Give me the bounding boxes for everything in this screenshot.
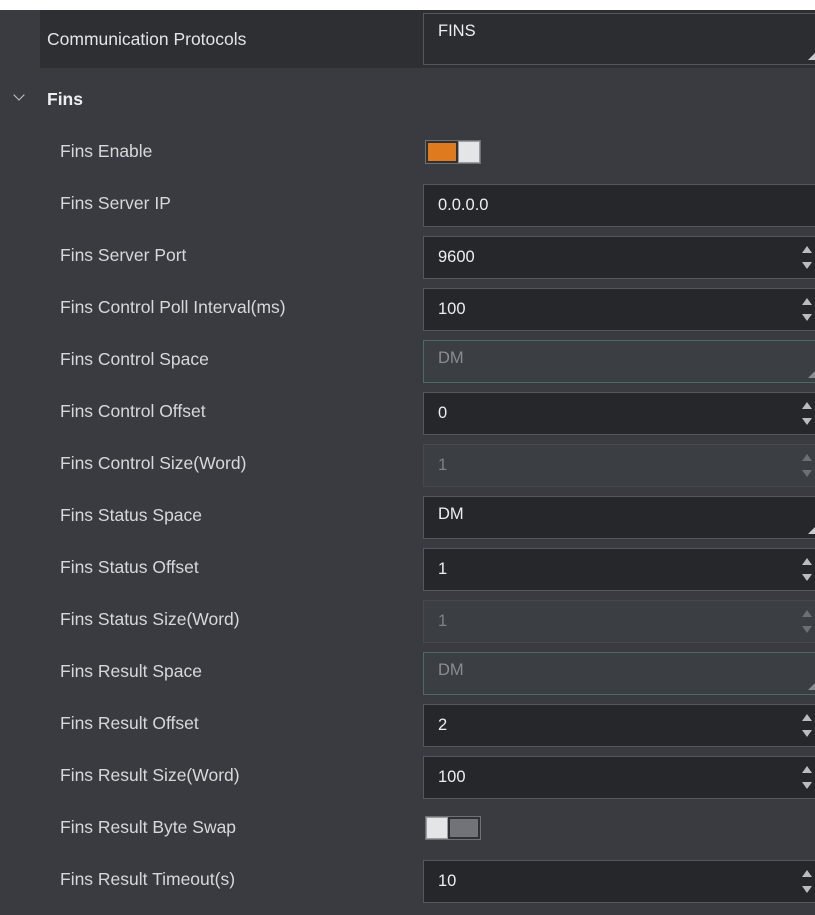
fins-result-timeout-label: Fins Result Timeout(s) [60,869,236,889]
chevron-down-icon[interactable] [13,89,25,101]
fins-control-space-row: Fins Control Space DM [0,333,815,385]
fins-status-size-input: 1 [423,600,815,643]
fins-status-space-select[interactable]: DM [423,496,815,539]
toggle-knob [426,817,448,839]
communication-protocol-label: Communication Protocols [47,29,247,49]
spin-buttons [801,601,815,642]
fins-result-space-row: Fins Result Space DM [0,645,815,697]
fins-result-size-input[interactable]: 100 [423,756,815,799]
fins-status-space-row: Fins Status Space DM [0,489,815,541]
spin-up-icon [802,610,812,617]
fins-status-offset-value: 1 [438,560,448,578]
fins-server-port-row: Fins Server Port 9600 [0,229,815,281]
spin-up-icon[interactable] [802,870,812,877]
fins-result-size-label: Fins Result Size(Word) [60,765,240,785]
fins-enable-row: Fins Enable [0,125,815,177]
fins-control-size-label: Fins Control Size(Word) [60,453,247,473]
fins-result-size-value: 100 [438,768,466,786]
fins-byte-swap-toggle[interactable] [425,816,481,840]
fins-byte-swap-label: Fins Result Byte Swap [60,817,237,837]
spin-down-icon [802,470,812,477]
spin-down-icon[interactable] [802,574,812,581]
fins-result-space-value: DM [438,661,464,679]
fins-server-port-label: Fins Server Port [60,245,187,265]
fins-status-space-label: Fins Status Space [60,505,203,525]
fins-enable-label: Fins Enable [60,141,153,161]
fins-byte-swap-row: Fins Result Byte Swap [0,801,815,853]
dropdown-corner-icon [808,683,815,690]
dropdown-corner-icon [808,53,815,60]
fins-control-space-value: DM [438,349,464,367]
fins-server-ip-input[interactable]: 0.0.0.0 [423,184,815,227]
fins-control-poll-value: 100 [438,300,466,318]
fins-section-header[interactable]: Fins [0,73,815,125]
toggle-track [450,819,478,837]
toggle-knob [458,141,480,163]
fins-result-offset-value: 2 [438,716,448,734]
spin-buttons[interactable] [801,705,815,746]
communication-protocol-value: FINS [438,22,476,40]
spin-buttons[interactable] [801,289,815,330]
spin-buttons[interactable] [801,237,815,278]
fins-control-poll-label: Fins Control Poll Interval(ms) [60,297,286,317]
spin-down-icon[interactable] [802,886,812,893]
fins-control-size-input: 1 [423,444,815,487]
fins-control-offset-row: Fins Control Offset 0 [0,385,815,437]
fins-control-space-select[interactable]: DM [423,340,815,383]
fins-status-size-row: Fins Status Size(Word) 1 [0,593,815,645]
fins-enable-toggle[interactable] [425,140,481,164]
section-title: Fins [47,89,83,109]
fins-result-space-label: Fins Result Space [60,661,203,681]
spin-up-icon[interactable] [802,558,812,565]
spin-buttons[interactable] [801,549,815,590]
spin-down-icon[interactable] [802,314,812,321]
toggle-track [428,143,456,161]
spin-buttons[interactable] [801,757,815,798]
spin-up-icon[interactable] [802,714,812,721]
fins-server-ip-value: 0.0.0.0 [438,196,489,214]
spin-buttons [801,445,815,486]
spin-buttons[interactable] [801,861,815,902]
fins-status-offset-input[interactable]: 1 [423,548,815,591]
spin-up-icon[interactable] [802,246,812,253]
fins-control-offset-label: Fins Control Offset [60,401,206,421]
fins-result-size-row: Fins Result Size(Word) 100 [0,749,815,801]
fins-server-ip-label: Fins Server IP [60,193,171,213]
fins-status-size-label: Fins Status Size(Word) [60,609,240,629]
fins-status-offset-label: Fins Status Offset [60,557,199,577]
fins-control-size-value: 1 [438,456,448,474]
spin-down-icon[interactable] [802,418,812,425]
fins-status-size-value: 1 [438,612,448,630]
fins-status-offset-row: Fins Status Offset 1 [0,541,815,593]
dropdown-corner-icon [808,371,815,378]
fins-server-ip-row: Fins Server IP 0.0.0.0 [0,177,815,229]
dropdown-corner-icon [808,527,815,534]
fins-server-port-value: 9600 [438,248,475,266]
fins-result-offset-label: Fins Result Offset [60,713,199,733]
fins-control-size-row: Fins Control Size(Word) 1 [0,437,815,489]
spin-down-icon[interactable] [802,262,812,269]
spin-up-icon [802,454,812,461]
fins-control-space-label: Fins Control Space [60,349,209,369]
spin-buttons[interactable] [801,393,815,434]
fins-result-offset-input[interactable]: 2 [423,704,815,747]
fins-result-timeout-value: 10 [438,872,457,890]
fins-result-offset-row: Fins Result Offset 2 [0,697,815,749]
communication-protocol-select[interactable]: FINS [423,13,815,65]
fins-result-timeout-row: Fins Result Timeout(s) 10 [0,853,815,905]
fins-control-offset-input[interactable]: 0 [423,392,815,435]
fins-control-poll-row: Fins Control Poll Interval(ms) 100 [0,281,815,333]
fins-result-timeout-input[interactable]: 10 [423,860,815,903]
fins-control-offset-value: 0 [438,404,448,422]
spin-down-icon[interactable] [802,730,812,737]
spin-up-icon[interactable] [802,298,812,305]
spin-up-icon[interactable] [802,766,812,773]
spin-up-icon[interactable] [802,402,812,409]
fins-result-space-select[interactable]: DM [423,652,815,695]
fins-server-port-input[interactable]: 9600 [423,236,815,279]
spin-down-icon [802,626,812,633]
fins-status-space-value: DM [438,505,464,523]
fins-control-poll-input[interactable]: 100 [423,288,815,331]
spin-down-icon[interactable] [802,782,812,789]
